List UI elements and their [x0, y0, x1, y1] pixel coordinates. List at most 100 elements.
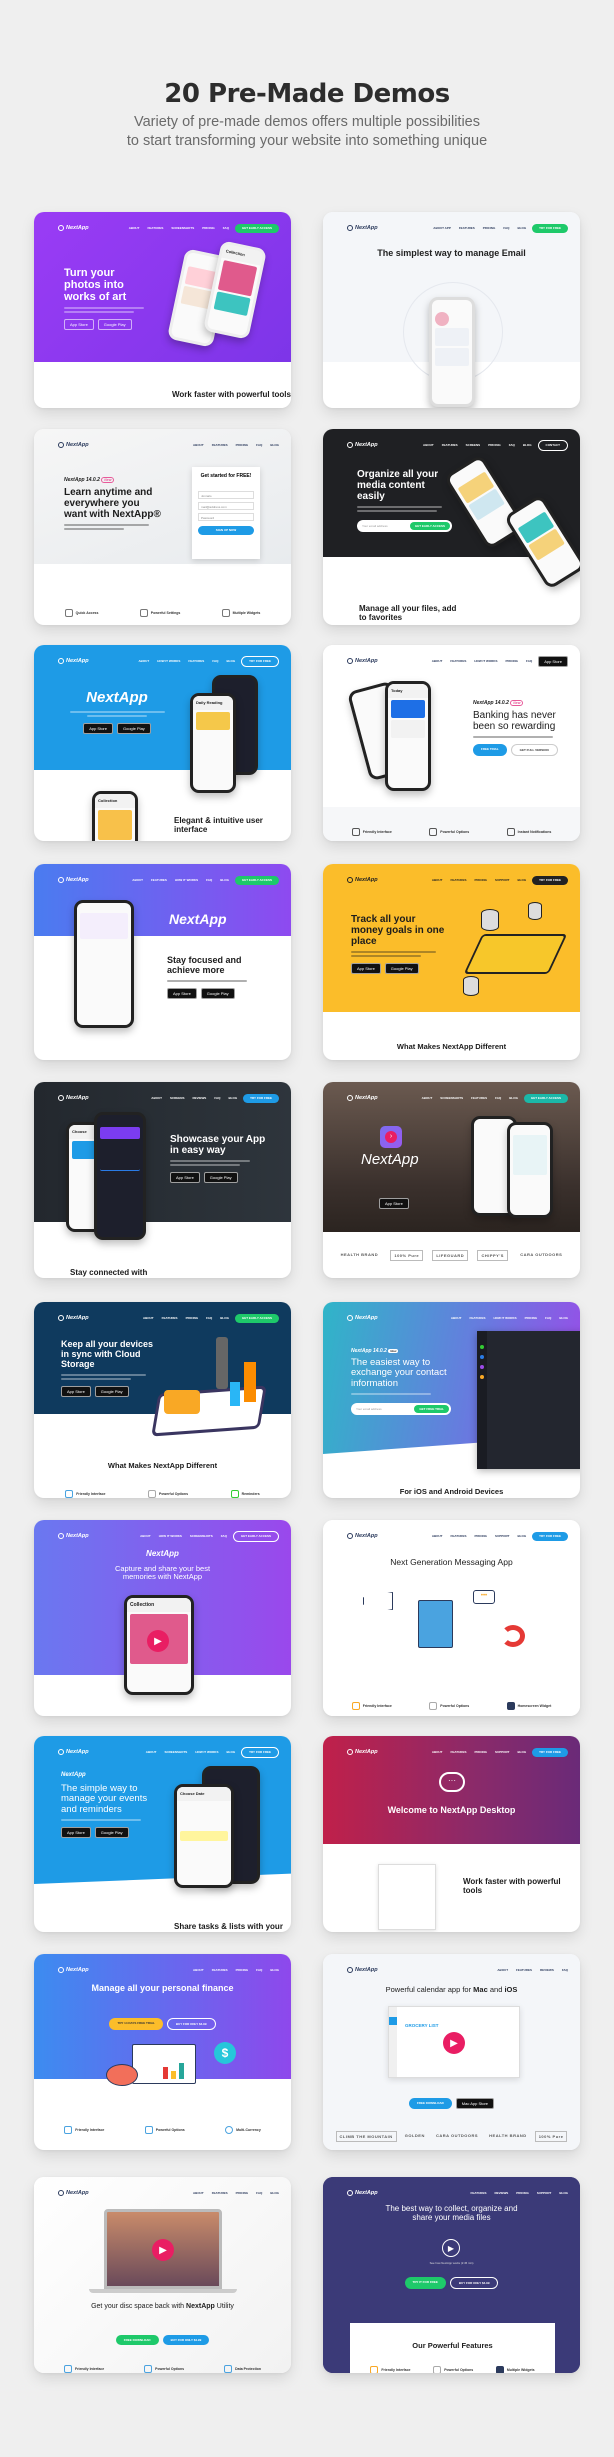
- logo-icon: [347, 1095, 353, 1101]
- google-play-button: Google Play: [94, 1385, 129, 1397]
- screen-illustration: [418, 1600, 453, 1648]
- section-heading: Manage all your files, add to favorites: [359, 604, 457, 622]
- brand-logo: NextApp: [58, 1749, 89, 1755]
- demo-card-20[interactable]: NextApp Features Reviews Pricing Support Blo…: [323, 2177, 580, 2373]
- email-field: mail@address.com: [198, 502, 254, 510]
- demo-headline: Powerful calendar app for Mac and iOS: [385, 1985, 518, 1994]
- demo-nav: NextApp About Features Pricing FAQ Blog: [34, 439, 291, 451]
- demo-card-1[interactable]: NextApp About Features Screenshots Pricing F…: [34, 212, 291, 408]
- new-badge: New: [510, 700, 524, 706]
- demo-nav: NextApp About Features Pricing Support Blog …: [323, 1530, 580, 1542]
- settings-icon: [433, 2366, 442, 2373]
- feature-row: Quick Access Powerful Settings Multiple …: [44, 609, 281, 617]
- feature-row: Friendly Interface Powerful Options Home…: [333, 1702, 570, 1710]
- demo-nav: NextApp About Screens Reviews FAQ Blog Try f…: [34, 1092, 291, 1104]
- nav-cta-button: Try for Free: [532, 223, 568, 233]
- name-field: Jonnalo: [198, 491, 254, 499]
- logo-icon: [347, 442, 353, 448]
- demo-card-11[interactable]: NextApp About Features Pricing FAQ Blog Get …: [34, 1302, 291, 1498]
- new-badge: New: [388, 1349, 399, 1353]
- section-heading: Elegant & intuitive user interface: [174, 816, 263, 834]
- brand-logo: NextApp: [58, 877, 89, 883]
- subtitle-line-2: to start transforming your website into …: [126, 133, 488, 149]
- demo-card-12[interactable]: NextApp About Features How it Works Pricing…: [323, 1302, 580, 1498]
- demo-card-8[interactable]: NextApp About Features Pricing Support Blog …: [323, 864, 580, 1060]
- nav-cta-button: Get Early Access: [232, 1530, 279, 1542]
- brand-logo: NextApp: [58, 1967, 89, 1973]
- demo-card-18[interactable]: NextApp About Features Reviews FAQ Powerful…: [323, 1954, 580, 2150]
- demo-logo-text: NextApp: [61, 1772, 86, 1778]
- logo-icon: [347, 225, 353, 231]
- demo-card-4[interactable]: NextApp About Features Screens Pricing FAQ Bl…: [323, 429, 580, 625]
- dollar-icon: $: [214, 2042, 236, 2064]
- early-access-button: Get Early Access: [409, 522, 450, 530]
- touch-icon: [65, 1490, 74, 1498]
- chat-bubble-icon: •••: [473, 1590, 495, 1604]
- app-store-button: App Store: [61, 1385, 91, 1397]
- demo-card-19[interactable]: NextApp About Features Pricing FAQ Blog ▶ Ge…: [34, 2177, 291, 2373]
- demo-card-14[interactable]: NextApp About Features Pricing Support Blog …: [323, 1520, 580, 1716]
- demo-nav: NextApp About Features Reviews FAQ: [323, 1964, 580, 1976]
- google-play-button: Google Play: [94, 1827, 129, 1839]
- demo-card-10[interactable]: NextApp About Screenshots Features FAQ Blog …: [323, 1082, 580, 1278]
- demo-headline: Keep all your devices in sync with Cloud…: [61, 1339, 154, 1369]
- demo-card-16[interactable]: NextApp About Features Pricing Support Blog …: [323, 1736, 580, 1932]
- signup-button: Sign Up Now: [198, 526, 254, 535]
- form-title: Get started for FREE!: [200, 473, 252, 479]
- demo-nav: NextApp About Features Screens Pricing FAQ Bl…: [323, 439, 580, 451]
- notification-icon: [506, 828, 515, 836]
- nav-cta-button: Get Early Access: [523, 1093, 568, 1103]
- demo-card-9[interactable]: NextApp About Screens Reviews FAQ Blog Try f…: [34, 1082, 291, 1278]
- play-icon[interactable]: ▶: [442, 2239, 460, 2257]
- brand-logo: NextApp: [347, 658, 378, 664]
- nav-cta-button: Get Early Access: [234, 223, 279, 233]
- demo-nav: NextApp About Features Pricing Support Blog …: [323, 1746, 580, 1758]
- demo-headline: Next Generation Messaging App: [390, 1557, 513, 1567]
- laptop-base: [89, 2289, 237, 2293]
- brand-logo: NextApp: [58, 1533, 89, 1539]
- app-store-button: App Store: [83, 722, 113, 734]
- window-title: GROCERY LIST: [405, 2023, 439, 2028]
- demo-headline: Manage all your personal finance: [91, 1983, 234, 1993]
- demo-lower: [34, 362, 291, 408]
- demo-nav: NextApp About Screenshots How it Works Blog…: [34, 1746, 291, 1758]
- demo-card-17[interactable]: NextApp About Features Pricing FAQ Blog Mana…: [34, 1954, 291, 2150]
- touch-icon: [64, 609, 73, 617]
- logo-icon: [347, 1315, 353, 1321]
- bar-illustration: [244, 1362, 256, 1402]
- brand-logo: NextApp: [347, 1095, 378, 1101]
- buy-button: Buy for Only $4.99: [449, 2277, 499, 2289]
- section-heading: What Makes NextApp Different: [396, 1042, 507, 1051]
- brand-logo: NextApp: [347, 442, 378, 448]
- demo-card-3[interactable]: NextApp About Features Pricing FAQ Blog Next…: [34, 429, 291, 625]
- demo-card-13[interactable]: NextApp About How it Works Screenshots FAQ …: [34, 1520, 291, 1716]
- settings-icon: [429, 828, 438, 836]
- free-trial-button: Get Free Trial: [414, 1405, 449, 1414]
- plus-icon: [221, 609, 230, 617]
- logo-icon: [58, 877, 64, 883]
- password-field: Password: [198, 513, 254, 521]
- app-store-button: App Store: [351, 963, 381, 974]
- phone-mockup: [507, 1122, 553, 1218]
- coin-stack-icon: [481, 909, 499, 931]
- feature-row: Friendly Interface Powerful Options Inst…: [333, 828, 570, 836]
- free-download-button: Free Download: [408, 2098, 452, 2109]
- feature-row: Friendly Interface Powerful Options Mult…: [359, 2366, 546, 2373]
- phone-mockup: [429, 297, 475, 407]
- reminder-icon: [230, 1490, 239, 1498]
- section-heading: Work faster with powerful tools: [172, 390, 291, 399]
- brand-logo: NextApp: [347, 1315, 378, 1321]
- laptop-chart-illustration: [132, 2044, 196, 2084]
- phone-mockup: Today: [385, 681, 431, 791]
- demo-card-7[interactable]: NextApp About Features How it Works FAQ Blog…: [34, 864, 291, 1060]
- play-icon: ▶: [152, 2239, 174, 2261]
- demo-headline: The easiest way to exchange your contact…: [351, 1357, 447, 1389]
- demo-card-2[interactable]: NextApp About App Features Pricing FAQ Blog …: [323, 212, 580, 408]
- demo-headline: Capture and share your best memories wit…: [114, 1564, 211, 1582]
- demo-card-15[interactable]: NextApp About Screenshots How it Works Blog…: [34, 1736, 291, 1932]
- brand-logo: NextApp: [347, 2190, 378, 2196]
- brand-logo: NextApp: [58, 2190, 89, 2196]
- demo-card-6[interactable]: NextApp About Features How it Works Pricing…: [323, 645, 580, 841]
- section-subtitle: Variety of pre-made demos offers multipl…: [0, 113, 614, 151]
- demo-card-5[interactable]: NextApp About How it Works Features FAQ Blog…: [34, 645, 291, 841]
